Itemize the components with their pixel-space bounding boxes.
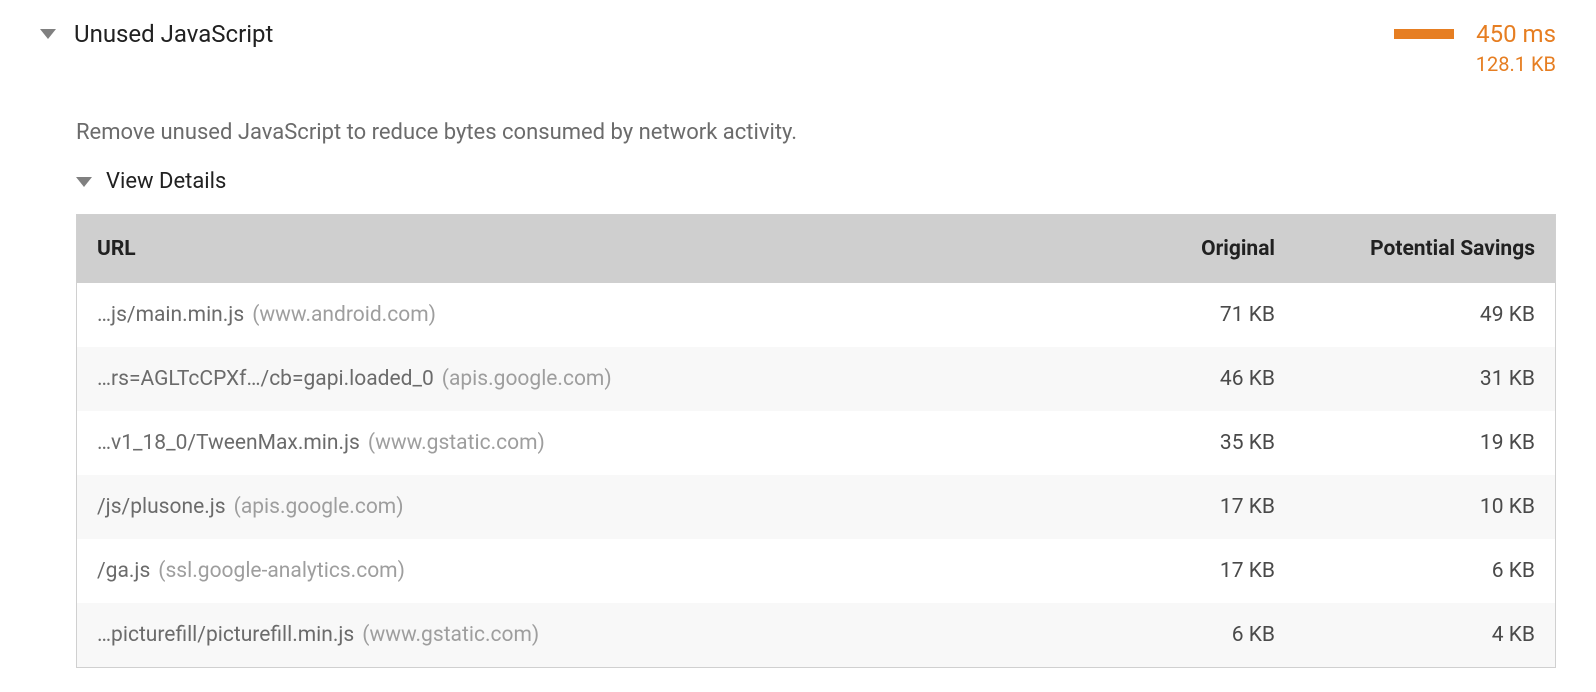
cell-url: …picturefill/picturefill.min.js (www.gsta… xyxy=(97,623,1075,647)
url-path: …js/main.min.js xyxy=(97,303,244,327)
url-domain: (ssl.google-analytics.com) xyxy=(158,559,405,583)
table-row[interactable]: /ga.js (ssl.google-analytics.com) 17 KB6 K… xyxy=(77,539,1555,603)
header-original: Original xyxy=(1075,237,1275,261)
url-path: …rs=AGLTcCPXf…/cb=gapi.loaded_0 xyxy=(97,367,434,391)
url-path: …v1_18_0/TweenMax.min.js xyxy=(97,431,360,455)
url-domain: (www.gstatic.com) xyxy=(368,431,545,455)
savings-time: 450 ms xyxy=(1476,20,1556,48)
details-toggle[interactable]: View Details xyxy=(76,169,1556,194)
table-row[interactable]: …picturefill/picturefill.min.js (www.gsta… xyxy=(77,603,1555,667)
audit-header-left: Unused JavaScript xyxy=(40,20,273,48)
details-label: View Details xyxy=(106,169,226,194)
url-domain: (www.android.com) xyxy=(252,303,436,327)
cell-original: 46 KB xyxy=(1075,367,1275,391)
cell-original: 17 KB xyxy=(1075,495,1275,519)
cell-url: …js/main.min.js (www.android.com) xyxy=(97,303,1075,327)
cell-savings: 10 KB xyxy=(1275,495,1535,519)
cell-savings: 19 KB xyxy=(1275,431,1535,455)
details-section: View Details URL Original Potential Savi… xyxy=(76,169,1556,668)
savings-size: 128.1 KB xyxy=(1476,52,1556,76)
cell-url: …v1_18_0/TweenMax.min.js (www.gstatic.com… xyxy=(97,431,1075,455)
audit-title: Unused JavaScript xyxy=(74,20,273,48)
url-path: /js/plusone.js xyxy=(97,495,226,519)
table-header-row: URL Original Potential Savings xyxy=(77,215,1555,283)
cell-url: /js/plusone.js (apis.google.com) xyxy=(97,495,1075,519)
header-url: URL xyxy=(97,237,1075,261)
cell-savings: 4 KB xyxy=(1275,623,1535,647)
url-domain: (apis.google.com) xyxy=(442,367,612,391)
header-savings: Potential Savings xyxy=(1275,237,1535,261)
collapse-audit-icon[interactable] xyxy=(40,29,56,39)
cell-original: 71 KB xyxy=(1075,303,1275,327)
table-row[interactable]: /js/plusone.js (apis.google.com) 17 KB10 K… xyxy=(77,475,1555,539)
table-row[interactable]: …js/main.min.js (www.android.com) 71 KB49 … xyxy=(77,283,1555,347)
audit-header-right: 450 ms 128.1 KB xyxy=(1394,20,1556,76)
url-domain: (apis.google.com) xyxy=(234,495,404,519)
collapse-details-icon xyxy=(76,177,92,187)
cell-url: …rs=AGLTcCPXf…/cb=gapi.loaded_0 (apis.goo… xyxy=(97,367,1075,391)
cell-url: /ga.js (ssl.google-analytics.com) xyxy=(97,559,1075,583)
cell-savings: 6 KB xyxy=(1275,559,1535,583)
url-domain: (www.gstatic.com) xyxy=(362,623,539,647)
cell-savings: 31 KB xyxy=(1275,367,1535,391)
url-path: /ga.js xyxy=(97,559,150,583)
cell-original: 17 KB xyxy=(1075,559,1275,583)
cell-original: 6 KB xyxy=(1075,623,1275,647)
table-body: …js/main.min.js (www.android.com) 71 KB49 … xyxy=(77,283,1555,667)
cell-savings: 49 KB xyxy=(1275,303,1535,327)
savings-summary-row: 450 ms xyxy=(1394,20,1556,48)
audit-description: Remove unused JavaScript to reduce bytes… xyxy=(76,120,1556,145)
table-row[interactable]: …rs=AGLTcCPXf…/cb=gapi.loaded_0 (apis.goo… xyxy=(77,347,1555,411)
table-row[interactable]: …v1_18_0/TweenMax.min.js (www.gstatic.com… xyxy=(77,411,1555,475)
details-table: URL Original Potential Savings …js/main.… xyxy=(76,214,1556,668)
savings-bar-icon xyxy=(1394,29,1454,39)
url-path: …picturefill/picturefill.min.js xyxy=(97,623,354,647)
audit-header: Unused JavaScript 450 ms 128.1 KB xyxy=(40,20,1556,76)
cell-original: 35 KB xyxy=(1075,431,1275,455)
